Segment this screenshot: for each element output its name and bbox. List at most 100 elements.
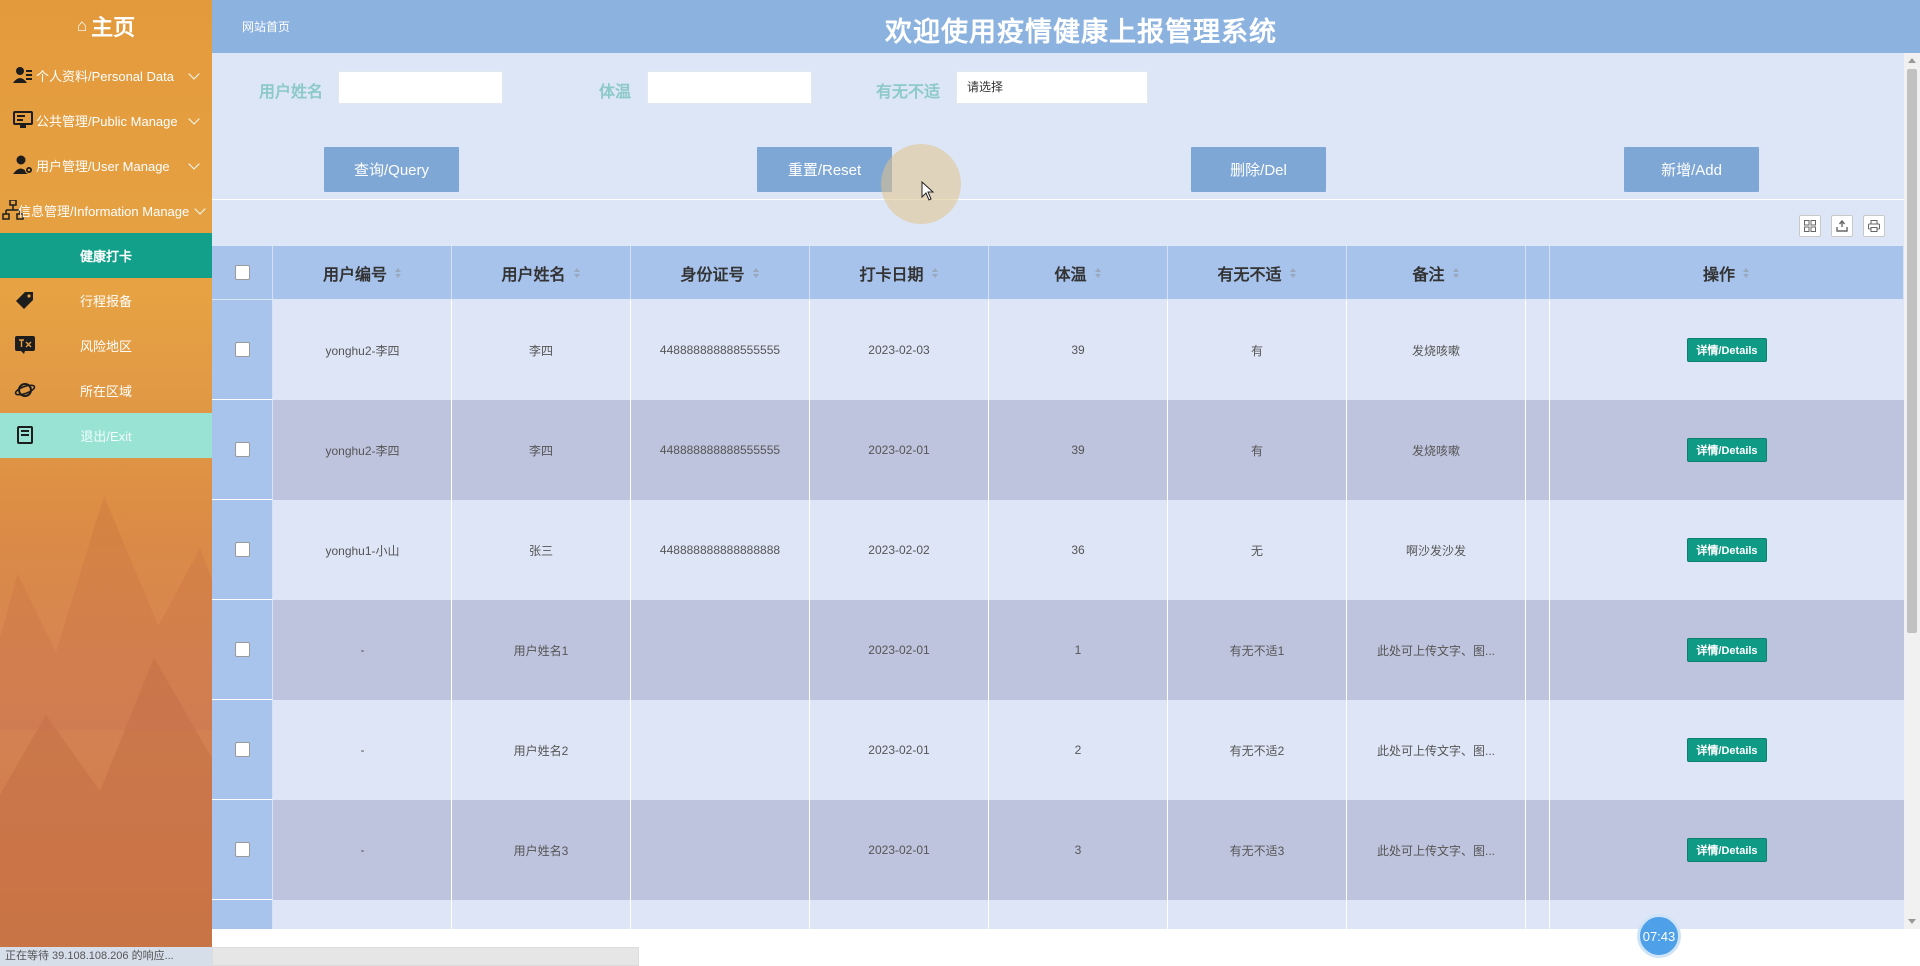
col-user-name[interactable]: 用户姓名 bbox=[452, 246, 631, 299]
query-button[interactable]: 查询/Query bbox=[324, 147, 459, 192]
discomfort-filter-select[interactable]: 请选择 bbox=[956, 71, 1148, 104]
row-checkbox[interactable] bbox=[234, 442, 250, 457]
cell-spacer bbox=[1526, 700, 1550, 800]
sidebar-item-information-manage[interactable]: 信息管理/Information Manage bbox=[0, 188, 212, 233]
sidebar-item-trip-report[interactable]: 行程报备 bbox=[0, 278, 212, 323]
chevron-down-icon bbox=[188, 113, 200, 125]
book-icon bbox=[14, 425, 36, 445]
select-all-checkbox[interactable] bbox=[234, 265, 250, 280]
cell-id-card: 448888888888888888 bbox=[631, 500, 810, 600]
cell-note: 啊沙发沙发 bbox=[1347, 500, 1526, 600]
temperature-filter-input[interactable] bbox=[647, 71, 812, 104]
cell-user-no: - bbox=[274, 600, 452, 700]
table-row: - 用户姓名3 2023-02-01 3 有无不适3 此处可上传文字、图... … bbox=[212, 800, 1904, 900]
add-button[interactable]: 新增/Add bbox=[1624, 147, 1759, 192]
details-button[interactable]: 详情/Details bbox=[1687, 338, 1767, 362]
col-discomfort[interactable]: 有无不适 bbox=[1168, 246, 1347, 299]
columns-filter-icon[interactable] bbox=[1799, 215, 1821, 237]
horizontal-scrollbar[interactable] bbox=[212, 947, 639, 966]
row-select-cell bbox=[212, 900, 273, 929]
home-icon: ⌂ bbox=[76, 16, 88, 35]
cell-discomfort: 有 bbox=[1168, 400, 1347, 500]
row-checkbox[interactable] bbox=[234, 542, 250, 557]
export-icon[interactable] bbox=[1831, 215, 1853, 237]
row-checkbox[interactable] bbox=[234, 342, 250, 357]
row-select-cell bbox=[212, 600, 273, 700]
planet-icon bbox=[14, 380, 36, 400]
monitor-icon bbox=[12, 110, 34, 130]
floating-clock-badge[interactable]: 07:43 bbox=[1637, 914, 1681, 958]
mouse-cursor-icon bbox=[921, 181, 935, 201]
details-button[interactable]: 详情/Details bbox=[1687, 538, 1767, 562]
cell-user-name: 用户姓名1 bbox=[452, 600, 631, 700]
column-header-label: 体温 bbox=[1054, 266, 1087, 284]
col-checkin-date[interactable]: 打卡日期 bbox=[810, 246, 989, 299]
row-select-cell bbox=[212, 300, 273, 400]
cell-date: 2023-02-02 bbox=[810, 500, 989, 600]
discomfort-filter-label: 有无不适 bbox=[876, 84, 941, 101]
row-checkbox[interactable] bbox=[234, 842, 250, 857]
sidebar-item-personal-data[interactable]: 个人资料/Personal Data bbox=[0, 53, 212, 98]
cell-date: 2023-02-03 bbox=[810, 300, 989, 400]
cell-id-card bbox=[631, 800, 810, 900]
sidebar-item-health-checkin[interactable]: 健康打卡 bbox=[0, 233, 212, 278]
scrollbar-thumb[interactable] bbox=[1907, 69, 1917, 633]
cell-discomfort: 有无不适3 bbox=[1168, 800, 1347, 900]
tag-icon bbox=[14, 290, 36, 310]
sidebar-item-user-manage[interactable]: 用户管理/User Manage bbox=[0, 143, 212, 188]
col-id-card[interactable]: 身份证号 bbox=[631, 246, 810, 299]
name-filter-label: 用户姓名 bbox=[259, 84, 324, 101]
cell-note: 此处可上传文字、图... bbox=[1347, 600, 1526, 700]
cell-empty bbox=[452, 900, 631, 929]
col-temperature[interactable]: 体温 bbox=[989, 246, 1168, 299]
details-button[interactable]: 详情/Details bbox=[1687, 738, 1767, 762]
cell-temperature: 2 bbox=[989, 700, 1168, 800]
cell-spacer bbox=[1526, 900, 1550, 929]
cell-date: 2023-02-01 bbox=[810, 600, 989, 700]
column-header-label: 打卡日期 bbox=[859, 266, 924, 284]
row-select-cell bbox=[212, 800, 273, 900]
print-icon[interactable] bbox=[1863, 215, 1885, 237]
cell-empty bbox=[1347, 900, 1526, 929]
col-actions[interactable]: 操作 bbox=[1550, 246, 1904, 299]
col-spacer bbox=[1526, 246, 1550, 299]
search-form: 用户姓名 体温 有无不适 请选择 bbox=[212, 68, 1904, 104]
user-gear-icon bbox=[12, 155, 34, 175]
reset-button[interactable]: 重置/Reset bbox=[757, 147, 892, 192]
details-button[interactable]: 详情/Details bbox=[1687, 638, 1767, 662]
sidebar-item-public-manage[interactable]: 公共管理/Public Manage bbox=[0, 98, 212, 143]
cell-discomfort: 有无不适2 bbox=[1168, 700, 1347, 800]
sidebar-brand-home[interactable]: ⌂ 主页 bbox=[0, 0, 212, 52]
sidebar-item-risk-area[interactable]: 风险地区 bbox=[0, 323, 212, 368]
column-header-label: 备注 bbox=[1412, 266, 1445, 284]
sidebar-item-label: 退出/Exit bbox=[80, 429, 132, 444]
cell-actions: 详情/Details bbox=[1550, 600, 1904, 700]
sidebar-item-located-region[interactable]: 所在区域 bbox=[0, 368, 212, 413]
col-user-no[interactable]: 用户编号 bbox=[274, 246, 452, 299]
vertical-scrollbar[interactable] bbox=[1904, 53, 1920, 929]
chevron-down-icon bbox=[194, 203, 206, 215]
details-button[interactable]: 详情/Details bbox=[1687, 838, 1767, 862]
cell-user-no: yonghu2-李四 bbox=[274, 400, 452, 500]
browser-status-text: 正在等待 39.108.108.206 的响应... bbox=[0, 947, 212, 966]
column-header-label: 身份证号 bbox=[680, 266, 745, 284]
main-content: 用户姓名 体温 有无不适 请选择 查询/Query 重置/Reset 删除/De… bbox=[212, 53, 1904, 929]
cell-user-name: 用户姓名2 bbox=[452, 700, 631, 800]
delete-button[interactable]: 删除/Del bbox=[1191, 147, 1326, 192]
name-filter-input[interactable] bbox=[338, 71, 503, 104]
row-checkbox[interactable] bbox=[234, 642, 250, 657]
temperature-filter-label: 体温 bbox=[599, 84, 632, 101]
details-button[interactable]: 详情/Details bbox=[1687, 438, 1767, 462]
row-select-cell bbox=[212, 700, 273, 800]
scroll-down-arrow-icon[interactable] bbox=[1908, 919, 1916, 924]
table-row: - 用户姓名2 2023-02-01 2 有无不适2 此处可上传文字、图... … bbox=[212, 700, 1904, 800]
sidebar-item-exit[interactable]: 退出/Exit bbox=[0, 413, 212, 458]
scroll-up-arrow-icon[interactable] bbox=[1908, 58, 1916, 63]
col-note[interactable]: 备注 bbox=[1347, 246, 1526, 299]
cell-actions: 详情/Details bbox=[1550, 700, 1904, 800]
cell-temperature: 3 bbox=[989, 800, 1168, 900]
cell-discomfort: 无 bbox=[1168, 500, 1347, 600]
cell-user-no: - bbox=[274, 700, 452, 800]
row-checkbox[interactable] bbox=[234, 742, 250, 757]
cell-note: 发烧咳嗽 bbox=[1347, 300, 1526, 400]
